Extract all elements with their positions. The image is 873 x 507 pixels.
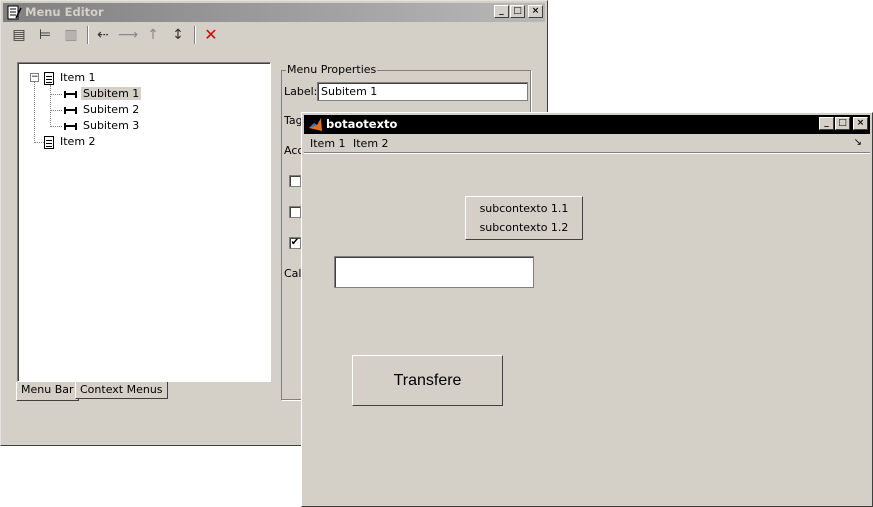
- checked-checkbox[interactable]: [289, 206, 301, 218]
- move-up-icon[interactable]: ↑: [143, 25, 163, 45]
- menu-editor-title: Menu Editor: [25, 5, 104, 19]
- separator-checkbox[interactable]: [289, 175, 301, 187]
- menu-editor-app-icon: [7, 5, 22, 20]
- menu-item-2[interactable]: Item 2: [350, 136, 392, 151]
- tree-item-label: Item 2: [60, 135, 96, 148]
- menu-editor-toolbar: ▤ ⊨ ▥ ⇠ ⟶ ↑ ↕ ✕: [5, 23, 543, 47]
- menu-item-icon: [64, 106, 77, 114]
- tree-item-item1[interactable]: Item 1: [44, 70, 98, 85]
- tree-item-subitem3[interactable]: Subitem 3: [64, 118, 141, 133]
- move-down-icon[interactable]: ↕: [168, 25, 188, 45]
- close-button[interactable]: ×: [528, 5, 543, 18]
- figure-title: botaotexto: [326, 117, 398, 131]
- tree-line: [34, 79, 35, 143]
- tree-item-item2[interactable]: Item 2: [44, 134, 98, 149]
- new-context-menu-icon[interactable]: ▥: [61, 25, 81, 45]
- menu-item-icon: [64, 122, 77, 130]
- tree-line: [50, 110, 62, 111]
- label-field-label: Label:: [284, 85, 318, 98]
- new-menu-item-icon[interactable]: ⊨: [35, 25, 55, 45]
- dock-icon[interactable]: ↘: [854, 137, 862, 148]
- enable-checkbox[interactable]: ✔: [289, 237, 301, 249]
- tree-item-label: Subitem 2: [83, 103, 140, 116]
- toolbar-separator: [194, 26, 196, 44]
- context-menu-listbox[interactable]: subcontexto 1.1 subcontexto 1.2: [465, 196, 583, 240]
- menu-editor-titlebar[interactable]: Menu Editor _ □ ×: [3, 3, 545, 22]
- transfere-button[interactable]: Transfere: [352, 355, 503, 406]
- maximize-button[interactable]: □: [510, 5, 525, 18]
- minimize-button[interactable]: _: [494, 5, 509, 18]
- menu-properties-title: Menu Properties: [286, 63, 378, 76]
- tree-item-subitem1[interactable]: Subitem 1: [64, 86, 142, 101]
- label-field[interactable]: Subitem 1: [317, 82, 528, 101]
- menu-item-icon: [64, 90, 77, 98]
- menu-tree[interactable]: − Item 1 Subitem 1 Subitem 2 Subitem 3 I…: [17, 62, 271, 382]
- move-right-icon[interactable]: ⟶: [118, 25, 138, 45]
- tree-item-label: Item 1: [60, 71, 96, 84]
- menu-item-1[interactable]: Item 1: [307, 136, 349, 151]
- matlab-icon: [308, 117, 323, 132]
- figure-menubar: Item 1 Item 2 ↘: [304, 135, 870, 153]
- menu-icon: [44, 71, 54, 85]
- tree-item-label: Subitem 3: [83, 119, 140, 132]
- figure-titlebar[interactable]: botaotexto _ □ ×: [304, 115, 870, 134]
- minimize-button[interactable]: _: [819, 117, 834, 130]
- tree-line: [50, 94, 62, 95]
- collapse-toggle[interactable]: −: [30, 73, 39, 82]
- tree-line: [50, 126, 62, 127]
- delete-icon[interactable]: ✕: [201, 25, 221, 45]
- tab-context-menus[interactable]: Context Menus: [75, 382, 168, 399]
- menu-icon: [44, 135, 54, 149]
- maximize-button[interactable]: □: [835, 117, 850, 130]
- toolbar-separator: [87, 26, 89, 44]
- close-button[interactable]: ×: [853, 117, 868, 130]
- figure-window: botaotexto _ □ × Item 1 Item 2 ↘ subcont…: [301, 112, 873, 507]
- tree-line: [50, 85, 51, 127]
- new-menu-icon[interactable]: ▤: [9, 25, 29, 45]
- move-left-icon[interactable]: ⇠: [93, 25, 113, 45]
- tag-field-label: Tag: [284, 114, 303, 127]
- text-edit-field[interactable]: [334, 256, 534, 288]
- tree-item-subitem2[interactable]: Subitem 2: [64, 102, 141, 117]
- tab-menu-bar[interactable]: Menu Bar: [16, 382, 79, 401]
- context-item-1-1[interactable]: subcontexto 1.1: [466, 202, 582, 215]
- context-item-1-2[interactable]: subcontexto 1.2: [466, 221, 582, 234]
- tree-item-label: Subitem 1: [81, 87, 142, 100]
